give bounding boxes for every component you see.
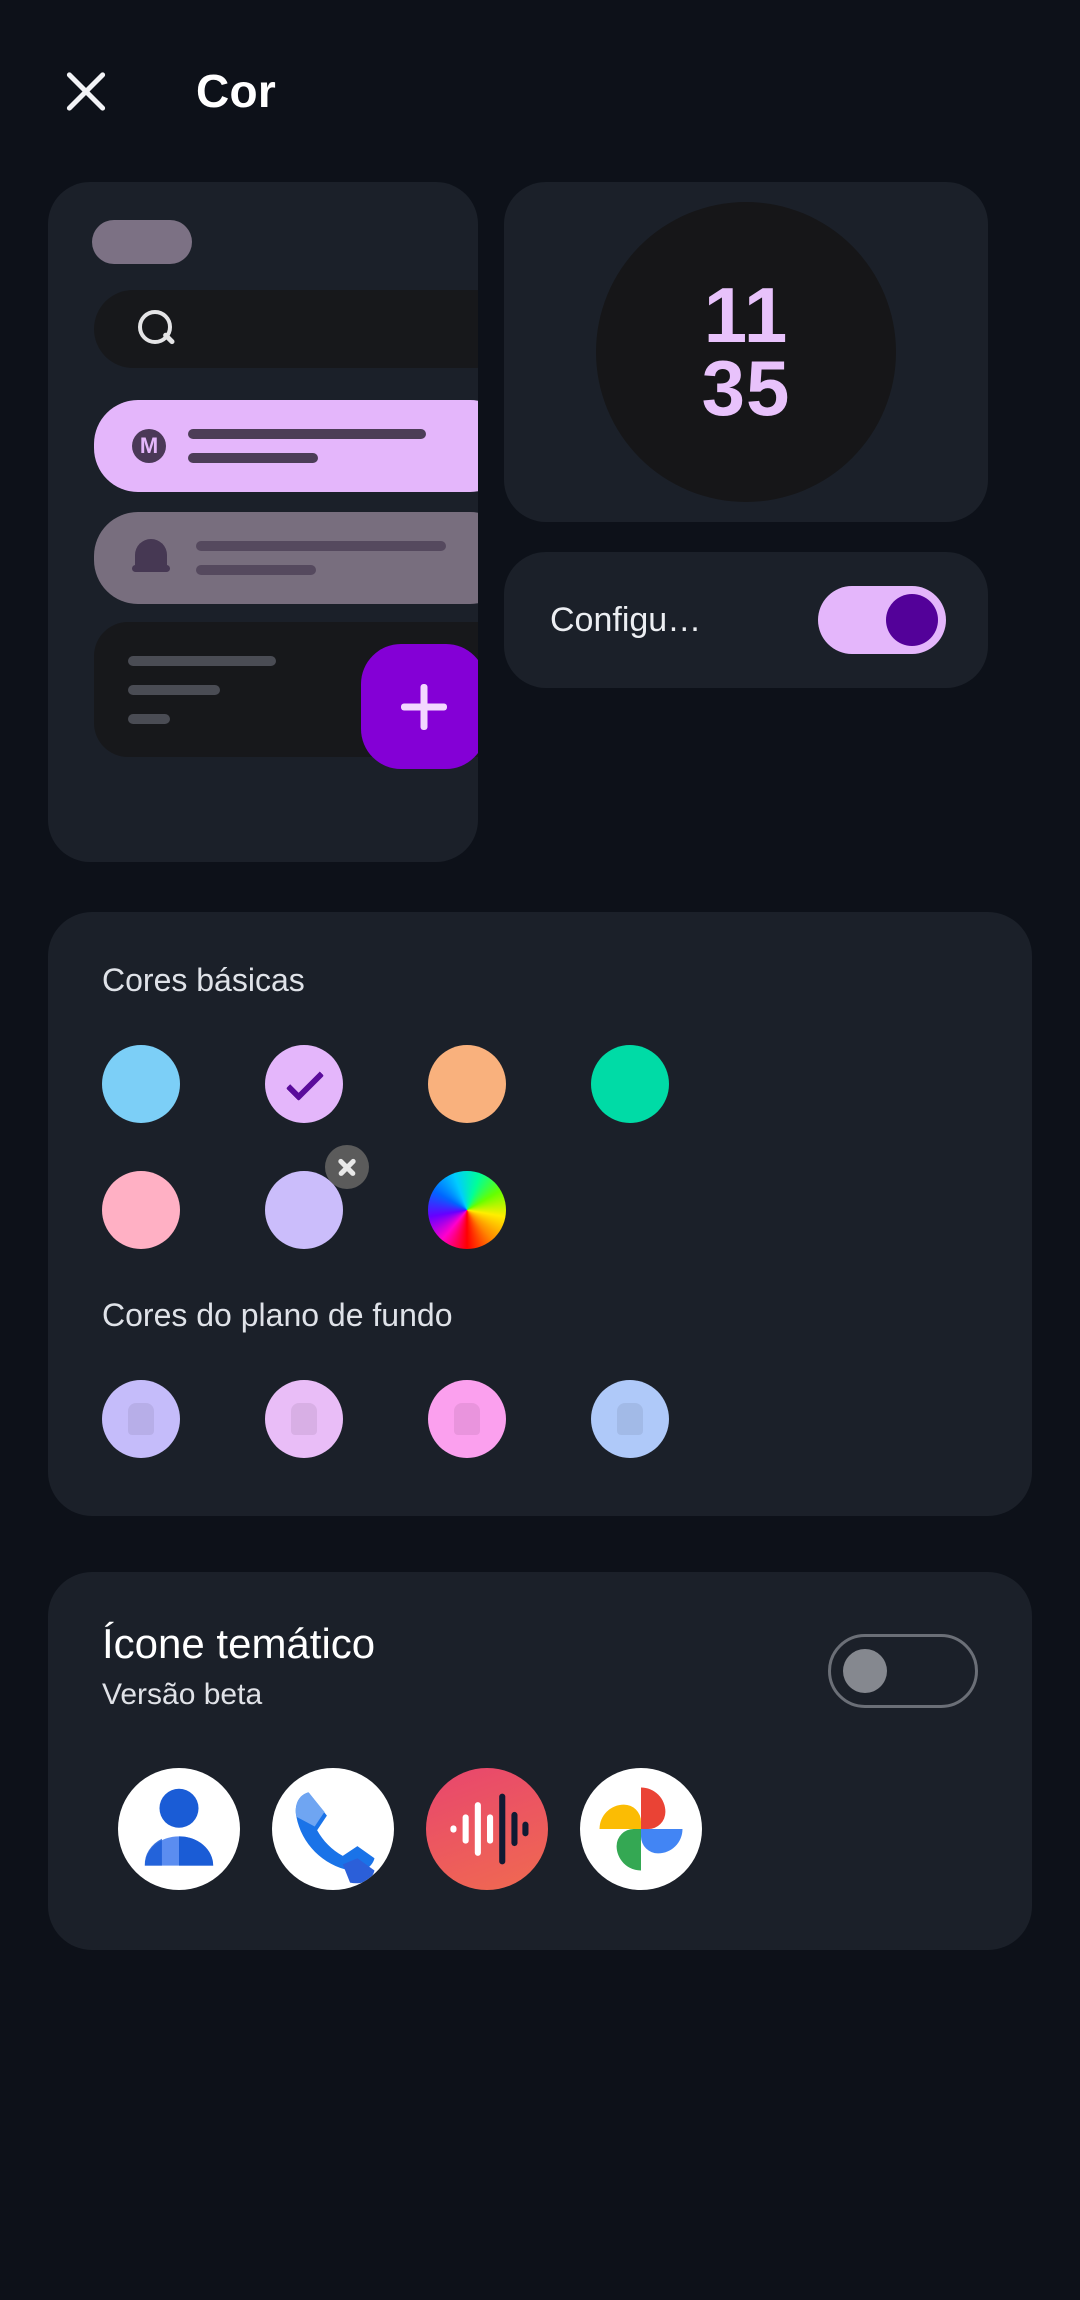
theme-icon-preview-row xyxy=(102,1768,978,1891)
color-swatch-teal-green[interactable] xyxy=(591,1045,669,1123)
background-colors-label: Cores do plano de fundo xyxy=(102,1297,453,1333)
header-bar: Cor xyxy=(0,0,1080,182)
placeholder-line xyxy=(188,429,426,439)
quick-setting-label: Configu… xyxy=(550,600,702,639)
contacts-app-icon[interactable] xyxy=(118,1768,240,1891)
colors-card: Cores básicas Cores do plano de fundo xyxy=(48,912,1032,1516)
color-swatch-peach[interactable] xyxy=(428,1045,506,1123)
color-wheel-picker-icon[interactable] xyxy=(428,1171,506,1249)
color-swatch-light-purple[interactable] xyxy=(265,1045,343,1123)
page-title: Cor xyxy=(196,65,277,117)
theme-icon-toggle[interactable] xyxy=(828,1634,978,1708)
clock-minutes: 35 xyxy=(701,344,791,432)
clock-hours: 11 xyxy=(703,270,789,359)
placeholder-line xyxy=(188,453,318,463)
notification-text-placeholder xyxy=(128,655,276,724)
placeholder-line xyxy=(128,684,220,695)
recorder-app-icon[interactable] xyxy=(426,1768,548,1891)
basic-colors-row-2 xyxy=(102,1145,978,1249)
notification-text-placeholder xyxy=(188,429,426,463)
theme-icon-subtitle: Versão beta xyxy=(102,1678,263,1712)
bg-color-swatch-lavender[interactable] xyxy=(102,1380,180,1458)
color-settings-screen: Cor M 11 35 Configu… Cores básicas Cores… xyxy=(0,0,1080,2300)
quick-setting-toggle[interactable] xyxy=(818,586,946,654)
search-icon xyxy=(136,308,178,350)
preview-notification-accent xyxy=(94,400,478,492)
theme-icon-text-group: Ícone temático Versão beta xyxy=(102,1620,375,1712)
check-icon xyxy=(285,1062,325,1102)
theme-icon-title: Ícone temático xyxy=(102,1620,376,1667)
preview-notification-secondary xyxy=(94,512,478,604)
notification-text-placeholder xyxy=(196,541,446,575)
phone-app-icon[interactable] xyxy=(272,1768,394,1891)
bg-color-swatch-hot-pink[interactable] xyxy=(428,1380,506,1458)
color-swatch-lavender[interactable] xyxy=(265,1145,369,1249)
motorola-logo-icon xyxy=(132,429,166,463)
placeholder-line xyxy=(196,541,446,551)
bg-color-swatch-orchid[interactable] xyxy=(265,1380,343,1458)
notification-preview-card xyxy=(48,182,478,862)
bell-icon xyxy=(128,535,174,581)
placeholder-line xyxy=(128,713,170,724)
status-pill-placeholder xyxy=(92,220,192,264)
placeholder-line xyxy=(196,565,316,575)
photos-app-icon[interactable] xyxy=(580,1768,702,1891)
bg-color-swatch-powder-blue[interactable] xyxy=(591,1380,669,1458)
color-swatch-sky-blue[interactable] xyxy=(102,1045,180,1123)
placeholder-line xyxy=(128,655,276,666)
background-colors-row xyxy=(102,1380,978,1458)
preview-search-bar xyxy=(94,290,478,368)
preview-right-column: 11 35 Configu… xyxy=(504,182,988,862)
plus-icon[interactable] xyxy=(361,644,478,769)
close-icon[interactable] xyxy=(54,59,118,123)
remove-color-icon[interactable] xyxy=(325,1145,369,1189)
preview-row: 11 35 Configu… xyxy=(0,182,1080,862)
theme-icon-card: Ícone temático Versão beta xyxy=(48,1572,1032,1951)
basic-colors-label: Cores básicas xyxy=(102,962,305,998)
basic-colors-row-1 xyxy=(102,1045,978,1123)
theme-icon-header: Ícone temático Versão beta xyxy=(102,1620,978,1712)
clock-preview-card: 11 35 xyxy=(504,182,988,522)
color-swatch-pink[interactable] xyxy=(102,1171,180,1249)
quick-setting-preview-card: Configu… xyxy=(504,552,988,688)
clock-face: 11 35 xyxy=(596,202,896,502)
